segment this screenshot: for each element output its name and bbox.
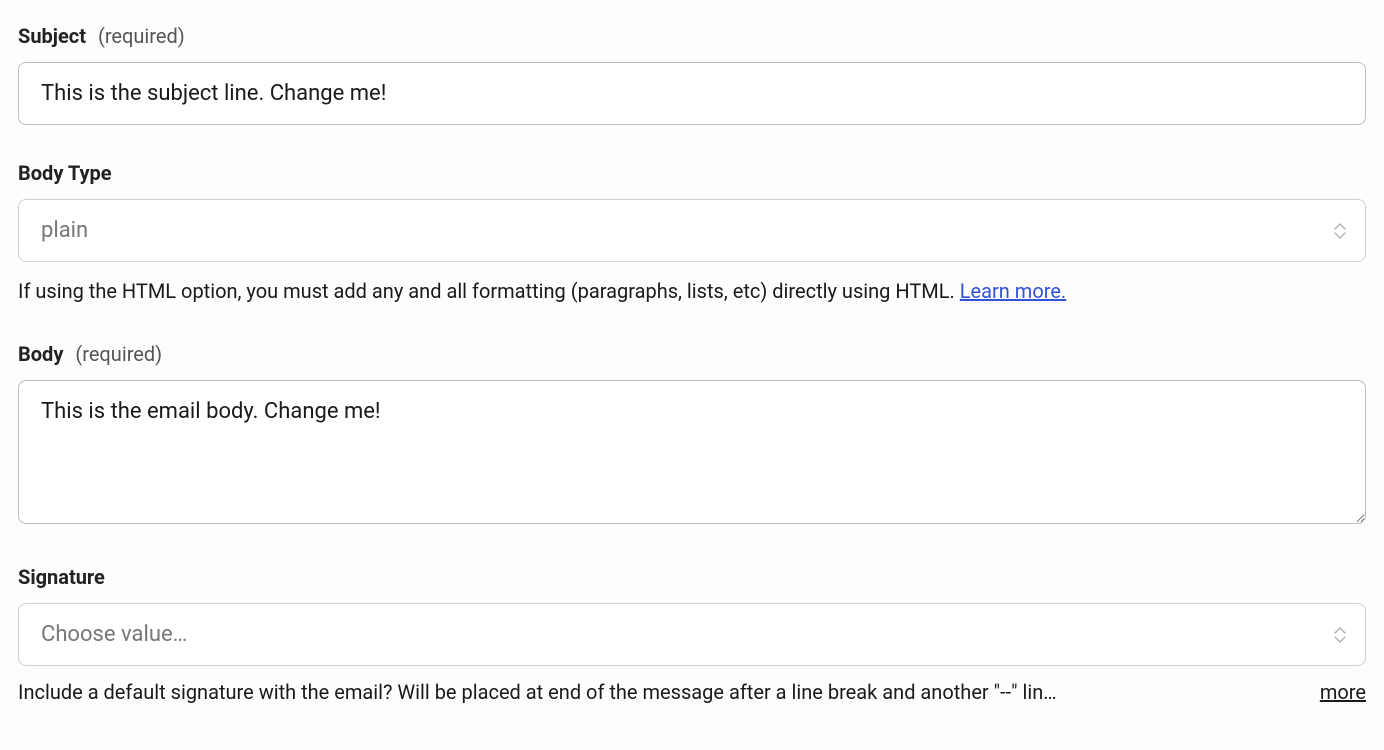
- body-type-select[interactable]: plain: [18, 199, 1366, 262]
- body-field-group: Body (required): [18, 342, 1366, 529]
- signature-help-text: Include a default signature with the ema…: [18, 680, 1304, 704]
- body-type-help-text-content: If using the HTML option, you must add a…: [18, 279, 960, 303]
- body-type-help-text: If using the HTML option, you must add a…: [18, 276, 1366, 306]
- body-type-field-group: Body Type plain If using the HTML option…: [18, 161, 1366, 306]
- more-link[interactable]: more: [1320, 680, 1366, 704]
- body-textarea[interactable]: [18, 380, 1366, 524]
- signature-select[interactable]: Choose value…: [18, 603, 1366, 666]
- body-type-label: Body Type: [18, 161, 112, 185]
- learn-more-link[interactable]: Learn more.: [960, 279, 1066, 303]
- subject-label-row: Subject (required): [18, 24, 1366, 48]
- signature-help-row: Include a default signature with the ema…: [18, 680, 1366, 704]
- subject-required-hint: (required): [98, 24, 185, 48]
- subject-label: Subject: [18, 24, 86, 48]
- body-label: Body: [18, 342, 63, 366]
- body-required-hint: (required): [75, 342, 162, 366]
- subject-input[interactable]: [18, 62, 1366, 125]
- body-type-select-wrapper: plain: [18, 199, 1366, 262]
- signature-label: Signature: [18, 565, 105, 589]
- subject-field-group: Subject (required): [18, 24, 1366, 125]
- signature-label-row: Signature: [18, 565, 1366, 589]
- body-label-row: Body (required): [18, 342, 1366, 366]
- signature-field-group: Signature Choose value… Include a defaul…: [18, 565, 1366, 704]
- signature-select-wrapper: Choose value…: [18, 603, 1366, 666]
- body-type-label-row: Body Type: [18, 161, 1366, 185]
